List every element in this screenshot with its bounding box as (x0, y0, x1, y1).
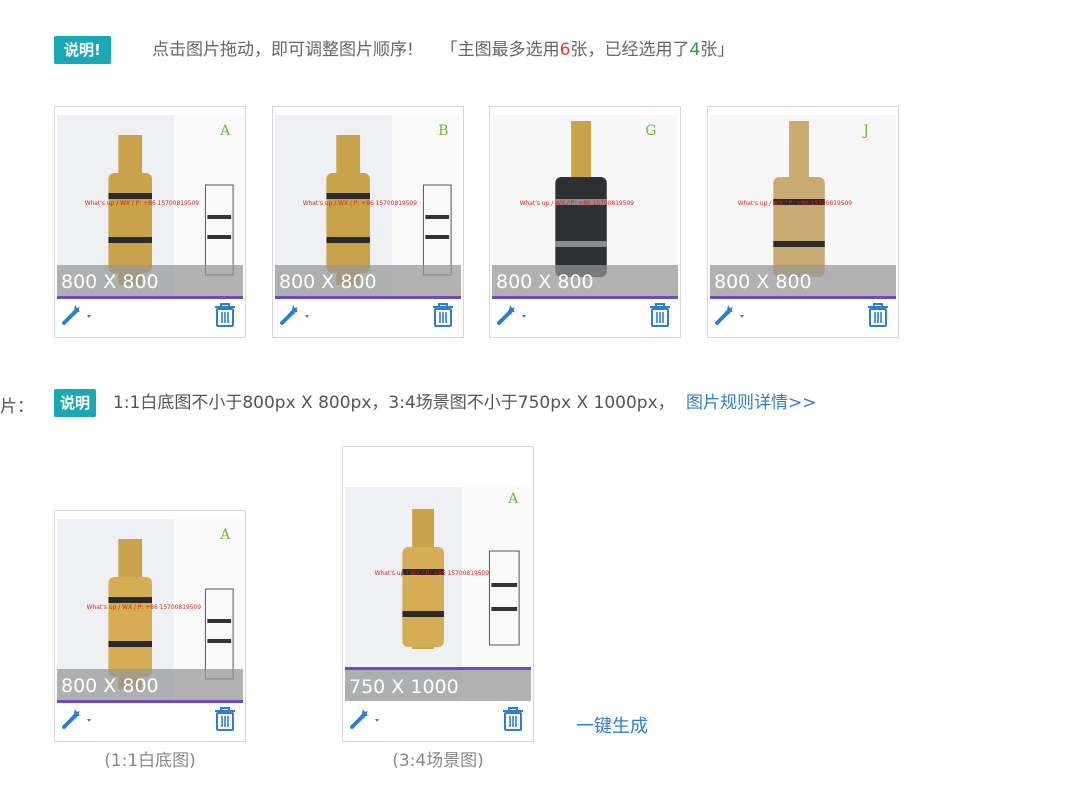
magic-wand-icon[interactable] (279, 301, 315, 329)
main-image-card[interactable]: G What's up / WX / P: +86 15700819509 80… (489, 106, 681, 338)
image-size-label: 750 X 1000 (345, 667, 531, 701)
rule-text-row: 1:1白底图不小于800px X 800px，3:4场景图不小于750px X … (113, 391, 817, 415)
image-toolbar (273, 295, 463, 337)
drag-instruction: 点击图片拖动，即可调整图片顺序! (152, 40, 414, 60)
image-letter: A (219, 527, 231, 543)
main-image[interactable]: A What's up / WX / P: +86 15700819509 80… (57, 115, 243, 299)
image-toolbar (490, 295, 680, 337)
image-toolbar (55, 699, 245, 741)
notice-badge: 说明! (54, 36, 111, 64)
magic-wand-icon[interactable] (61, 705, 97, 733)
white-bg-caption: (1:1白底图) (104, 751, 196, 771)
image-size-label: 800 X 800 (275, 265, 461, 299)
main-image-card[interactable]: B What's up / WX / P: +86 15700819509 80… (272, 106, 464, 338)
image-letter: G (645, 123, 656, 139)
image-size-label: 800 X 800 (57, 265, 243, 299)
main-image-card[interactable]: A What's up / WX / P: +86 15700819509 80… (54, 106, 246, 338)
watermark-text: What's up / WX / P: +86 15700819509 (375, 570, 490, 577)
main-image-card[interactable]: J What's up / WX / P: +86 15700819509 80… (707, 106, 899, 338)
notice-text: 点击图片拖动，即可调整图片顺序! 「主图最多选用6张，已经选用了4张」 (152, 36, 734, 64)
range-mid: 张，已经选用了 (570, 40, 690, 60)
rule-badge: 说明 (54, 389, 97, 417)
max-count: 6 (559, 40, 571, 60)
image-size-label: 800 X 800 (57, 669, 243, 703)
scene-image[interactable]: A What's up / WX / P: +86 15700819509 75… (345, 487, 531, 701)
scene-image-card[interactable]: A What's up / WX / P: +86 15700819509 75… (342, 446, 534, 742)
image-letter: B (438, 123, 448, 139)
trash-icon[interactable] (648, 301, 672, 329)
section-label: 片： (0, 397, 34, 417)
watermark-text: What's up / WX / P: +86 15700819509 (303, 200, 418, 207)
magic-wand-icon[interactable] (714, 301, 750, 329)
magic-wand-icon[interactable] (61, 301, 97, 329)
trash-icon[interactable] (213, 301, 237, 329)
trash-icon[interactable] (213, 705, 237, 733)
range-prefix: 「主图最多选用 (440, 40, 560, 60)
magic-wand-icon[interactable] (349, 705, 385, 733)
magic-wand-icon[interactable] (496, 301, 532, 329)
scene-caption: (3:4场景图) (392, 751, 484, 771)
one-click-generate-link[interactable]: 一键生成 (576, 712, 648, 738)
rule-details-link[interactable]: 图片规则详情>> (686, 393, 817, 413)
main-image[interactable]: B What's up / WX / P: +86 15700819509 80… (275, 115, 461, 299)
image-size-label: 800 X 800 (710, 265, 896, 299)
image-letter: J (861, 123, 869, 139)
watermark-text: What's up / WX / P: +86 15700819509 (85, 200, 200, 207)
trash-icon[interactable] (501, 705, 525, 733)
image-toolbar (343, 699, 533, 741)
image-size-label: 800 X 800 (492, 265, 678, 299)
trash-icon[interactable] (431, 301, 455, 329)
watermark-text: What's up / WX / P: +86 15700819509 (87, 604, 202, 611)
watermark-text: What's up / WX / P: +86 15700819509 (520, 200, 635, 207)
main-image[interactable]: J What's up / WX / P: +86 15700819509 80… (710, 115, 896, 299)
rule-text: 1:1白底图不小于800px X 800px，3:4场景图不小于750px X … (113, 393, 675, 413)
main-image[interactable]: G What's up / WX / P: +86 15700819509 80… (492, 115, 678, 299)
image-toolbar (55, 295, 245, 337)
image-letter: A (219, 123, 231, 139)
white-bg-image-card[interactable]: A What's up / WX / P: +86 15700819509 80… (54, 510, 246, 742)
white-bg-image[interactable]: A What's up / WX / P: +86 15700819509 80… (57, 519, 243, 703)
image-toolbar (708, 295, 898, 337)
watermark-text: What's up / WX / P: +86 15700819509 (738, 200, 853, 207)
image-letter: A (507, 491, 519, 507)
range-suffix: 张」 (700, 40, 735, 60)
trash-icon[interactable] (866, 301, 890, 329)
selected-count: 4 (689, 40, 701, 60)
